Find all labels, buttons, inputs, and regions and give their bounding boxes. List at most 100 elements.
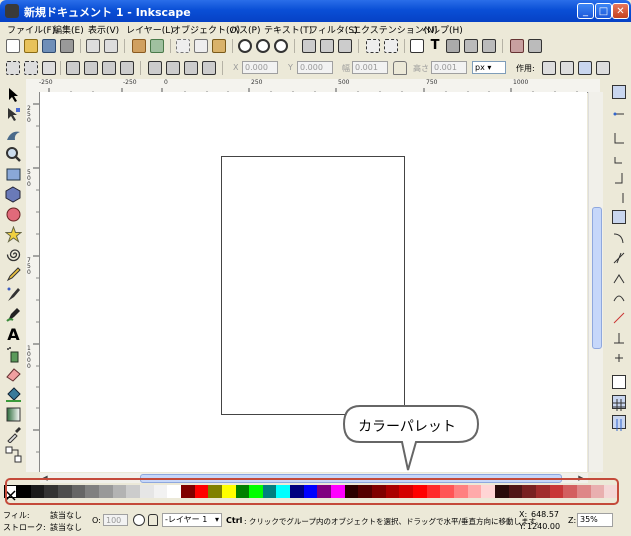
color-swatch[interactable]	[17, 485, 31, 498]
undo-icon[interactable]	[132, 39, 146, 53]
y-input[interactable]: 0.000	[297, 61, 333, 74]
color-swatch[interactable]	[549, 485, 564, 498]
no-paint-swatch[interactable]	[4, 485, 17, 501]
selector-tool-icon[interactable]	[5, 86, 22, 103]
zoom-input[interactable]: 35%	[577, 513, 613, 527]
3d-box-tool-icon[interactable]	[5, 186, 22, 203]
snap-object-centers-icon[interactable]	[612, 330, 626, 344]
color-swatch[interactable]	[467, 485, 482, 498]
horizontal-scroll-thumb[interactable]	[140, 474, 562, 483]
rotate-ccw-icon[interactable]	[66, 61, 80, 75]
color-swatch[interactable]	[153, 485, 168, 498]
color-swatch[interactable]	[303, 485, 318, 498]
dropper-tool-icon[interactable]	[5, 426, 22, 444]
color-swatch[interactable]	[399, 485, 414, 498]
drawing-canvas[interactable]	[40, 92, 587, 472]
opacity-input[interactable]: 100	[103, 514, 128, 526]
color-swatch[interactable]	[290, 485, 304, 498]
select-all-layers-icon[interactable]	[24, 61, 38, 75]
menu-path[interactable]: パス(P)	[230, 23, 260, 36]
color-swatch[interactable]	[426, 485, 441, 498]
connector-tool-icon[interactable]	[5, 446, 22, 463]
lock-icon[interactable]	[393, 61, 407, 75]
spiral-tool-icon[interactable]	[5, 246, 22, 263]
eraser-tool-icon[interactable]	[5, 366, 22, 383]
color-swatch[interactable]	[167, 485, 181, 498]
text-tool-icon[interactable]: A	[5, 326, 22, 343]
x-input[interactable]: 0.000	[242, 61, 278, 74]
color-swatch[interactable]	[57, 485, 72, 498]
move-gradients-icon[interactable]	[578, 61, 592, 75]
color-swatch[interactable]	[372, 485, 386, 498]
fill-value[interactable]: 該当なし	[50, 510, 82, 521]
paste-icon[interactable]	[212, 39, 226, 53]
zoom-drawing-icon[interactable]	[256, 39, 270, 53]
snap-cusp-nodes-icon[interactable]	[612, 270, 626, 284]
color-swatch[interactable]	[331, 485, 345, 498]
unlink-clone-icon[interactable]	[320, 39, 334, 53]
color-swatch[interactable]	[139, 485, 154, 498]
select-all-icon[interactable]	[6, 61, 20, 75]
unit-select[interactable]: px ▾	[472, 61, 506, 74]
zoom-page-icon[interactable]	[274, 39, 288, 53]
color-swatch[interactable]	[126, 485, 140, 498]
scroll-right-arrow-icon[interactable]: ▶	[576, 473, 586, 483]
snap-toggle-icon[interactable]	[612, 85, 626, 99]
import-icon[interactable]	[86, 39, 100, 53]
color-swatch[interactable]	[508, 485, 523, 498]
snap-page-border-icon[interactable]	[612, 375, 626, 389]
scale-corners-icon[interactable]	[560, 61, 574, 75]
fill-stroke-icon[interactable]	[410, 39, 424, 53]
ungroup-icon[interactable]	[384, 39, 398, 53]
paint-bucket-tool-icon[interactable]	[5, 386, 22, 403]
new-document-icon[interactable]	[6, 39, 20, 53]
stroke-value[interactable]: 該当なし	[50, 522, 82, 533]
color-swatch[interactable]	[413, 485, 427, 498]
menu-filters[interactable]: フィルタ(S)	[309, 23, 358, 36]
color-swatch[interactable]	[276, 485, 291, 498]
horizontal-scrollbar[interactable]: ◀ ▶	[40, 473, 588, 483]
color-swatch[interactable]	[358, 485, 373, 498]
ellipse-tool-icon[interactable]	[5, 206, 22, 223]
snap-path-icon[interactable]	[612, 230, 626, 244]
star-tool-icon[interactable]	[4, 225, 23, 243]
vertical-ruler[interactable]: 250 500 750 1000	[26, 92, 40, 472]
snap-guides-icon[interactable]	[612, 415, 626, 431]
snap-bbox-corner-icon[interactable]	[612, 150, 626, 164]
cut-icon[interactable]	[194, 39, 208, 53]
vertical-scroll-thumb[interactable]	[592, 207, 602, 349]
redo-icon[interactable]	[150, 39, 164, 53]
document-page[interactable]	[221, 156, 405, 415]
flip-horizontal-icon[interactable]	[102, 61, 116, 75]
color-swatch[interactable]	[385, 485, 400, 498]
duplicate-icon[interactable]	[176, 39, 190, 53]
deselect-icon[interactable]	[42, 61, 56, 75]
color-swatch[interactable]	[85, 485, 99, 498]
menu-text[interactable]: テキスト(T)	[264, 23, 312, 36]
open-icon[interactable]	[24, 39, 38, 53]
rotate-cw-icon[interactable]	[84, 61, 98, 75]
raise-icon[interactable]	[166, 61, 180, 75]
color-swatch[interactable]	[440, 485, 454, 498]
layer-visibility-eye-icon[interactable]	[133, 514, 145, 526]
snap-midpoints-icon[interactable]	[612, 310, 626, 324]
raise-to-top-icon[interactable]	[148, 61, 162, 75]
spray-tool-icon[interactable]	[5, 346, 22, 363]
color-swatch[interactable]	[98, 485, 113, 498]
snap-path-intersection-icon[interactable]	[612, 250, 626, 264]
color-swatch[interactable]	[208, 485, 222, 498]
menu-view[interactable]: 表示(V)	[88, 23, 119, 36]
print-icon[interactable]	[60, 39, 74, 53]
menu-help[interactable]: ヘルプ(H)	[422, 23, 463, 36]
preferences-icon[interactable]	[510, 39, 524, 53]
color-swatch[interactable]	[522, 485, 536, 498]
color-swatch[interactable]	[262, 485, 277, 498]
color-swatch[interactable]	[604, 485, 618, 498]
color-swatch[interactable]	[535, 485, 550, 498]
color-swatch[interactable]	[563, 485, 577, 498]
minimize-button[interactable]: _	[577, 3, 594, 19]
calligraphy-tool-icon[interactable]	[5, 306, 22, 323]
vertical-scrollbar[interactable]	[588, 92, 603, 472]
tweak-tool-icon[interactable]	[5, 126, 22, 143]
menu-layer[interactable]: レイヤー(L)	[126, 23, 174, 36]
